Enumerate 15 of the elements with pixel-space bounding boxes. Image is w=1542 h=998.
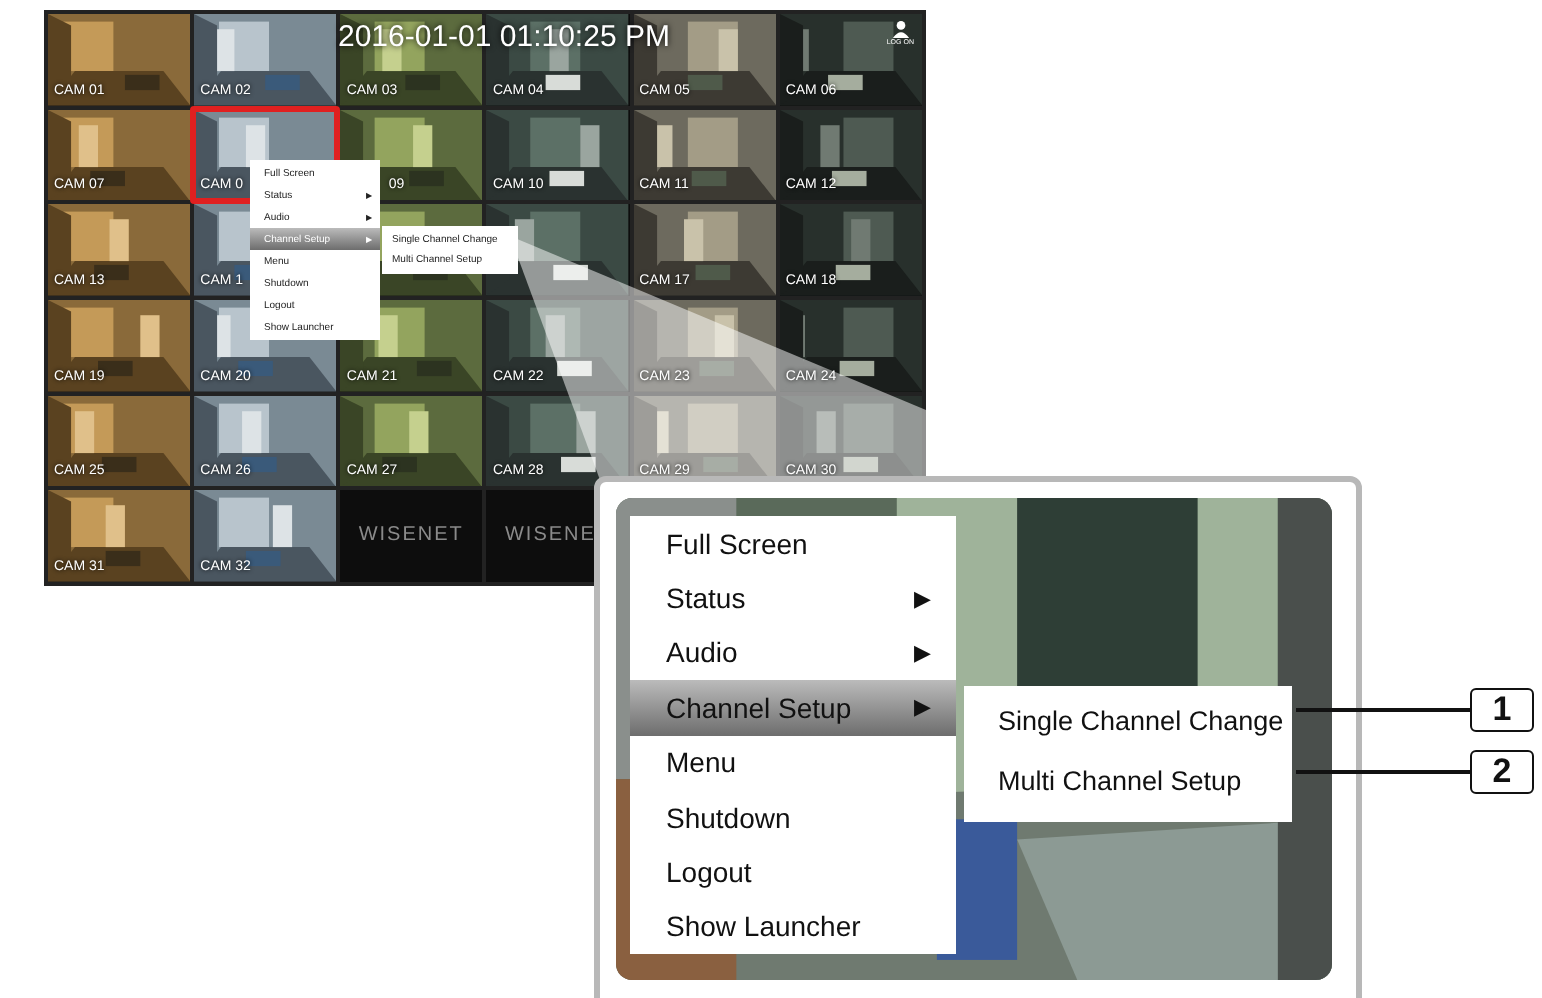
menu-item[interactable]: Show Launcher — [630, 899, 956, 955]
timestamp: 2016-01-01 01:10:25 PM — [338, 20, 670, 54]
menu-item[interactable]: Shutdown — [630, 789, 956, 845]
callout-number: 2 — [1470, 750, 1534, 794]
menu-item[interactable]: Logout — [630, 844, 956, 900]
menu-item[interactable]: Status ▶ — [630, 570, 956, 626]
menu-item[interactable]: Single Channel Change — [964, 690, 1292, 750]
menu-item[interactable]: Menu — [630, 735, 956, 790]
brand-logo: WISENE — [504, 524, 596, 547]
callout-number: 1 — [1470, 688, 1534, 732]
menu-item[interactable]: Full Screen — [630, 516, 956, 571]
menu-item[interactable]: Channel Setup ▶ — [630, 680, 956, 736]
menu-item[interactable]: Multi Channel Setup — [964, 750, 1292, 810]
menu-item[interactable]: Audio ▶ — [630, 625, 956, 681]
brand-logo: WISENET — [358, 524, 464, 547]
